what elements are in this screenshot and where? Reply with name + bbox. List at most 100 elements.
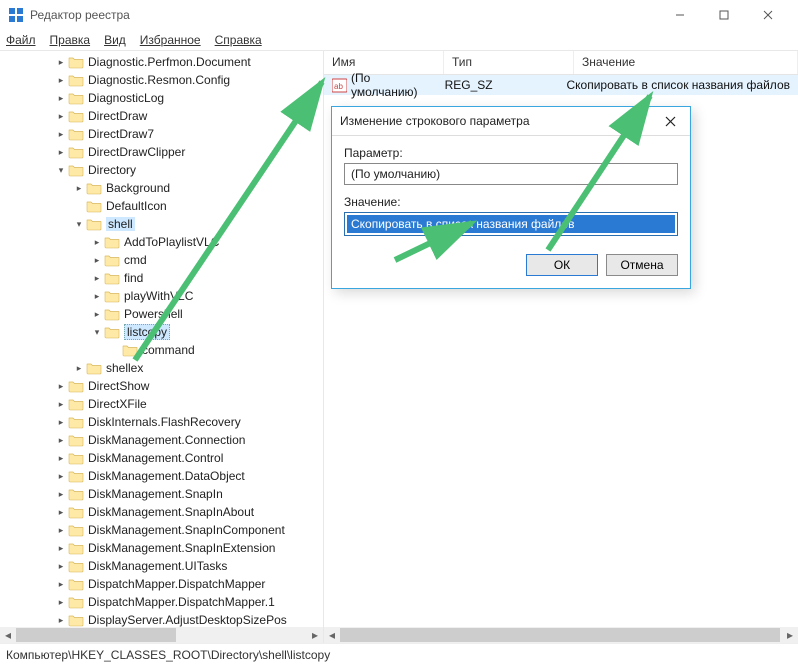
tree-item[interactable]: ▸cmd [0,251,323,269]
folder-icon [68,415,84,429]
chevron-right-icon[interactable]: ▸ [54,487,68,501]
tree-item[interactable]: ▸DirectDrawClipper [0,143,323,161]
tree-item[interactable]: ▸DiskManagement.SnapIn [0,485,323,503]
folder-icon [68,55,84,69]
tree-scrollbar-h[interactable]: ◂ ▸ [0,627,323,643]
chevron-right-icon[interactable]: ▸ [54,595,68,609]
chevron-right-icon[interactable]: ▸ [54,505,68,519]
tree-item[interactable]: ▸DiskManagement.Connection [0,431,323,449]
chevron-right-icon[interactable]: ▸ [54,145,68,159]
chevron-right-icon[interactable]: ▸ [54,379,68,393]
chevron-right-icon[interactable]: ▸ [90,253,104,267]
chevron-right-icon[interactable]: ▸ [90,235,104,249]
menu-edit[interactable]: Правка [50,33,91,47]
scrollbar-thumb[interactable] [340,628,780,642]
chevron-right-icon[interactable]: ▸ [54,451,68,465]
ok-button[interactable]: ОК [526,254,598,276]
folder-icon [68,505,84,519]
tree-item[interactable]: ▸DirectDraw7 [0,125,323,143]
folder-icon [68,127,84,141]
dialog-close-button[interactable] [658,110,682,132]
tree-item[interactable]: ▸DispatchMapper.DispatchMapper [0,575,323,593]
tree-item-label: DiskManagement.SnapInComponent [88,523,285,537]
folder-icon [104,271,120,285]
string-value-icon: ab [332,78,347,93]
tree-item[interactable]: ▾Directory [0,161,323,179]
scroll-right-icon[interactable]: ▸ [307,627,323,643]
folder-icon [68,469,84,483]
chevron-right-icon[interactable]: ▸ [72,361,86,375]
folder-icon [68,109,84,123]
tree-item[interactable]: DefaultIcon [0,197,323,215]
col-header-type[interactable]: Тип [444,51,574,74]
menu-help[interactable]: Справка [215,33,262,47]
list-scrollbar-h[interactable]: ◂ ▸ [324,627,798,643]
menu-file[interactable]: Файл [6,33,36,47]
menu-favorites[interactable]: Избранное [140,33,201,47]
chevron-right-icon[interactable]: ▸ [54,91,68,105]
chevron-right-icon[interactable]: ▸ [54,433,68,447]
list-row[interactable]: ab (По умолчанию) REG_SZ Скопировать в с… [324,75,798,95]
chevron-right-icon[interactable]: ▸ [54,577,68,591]
tree-item[interactable]: ▸DiagnosticLog [0,89,323,107]
maximize-button[interactable] [702,1,746,29]
chevron-right-icon[interactable]: ▸ [90,271,104,285]
tree-item-label: DiskManagement.Control [88,451,223,465]
menu-view[interactable]: Вид [104,33,126,47]
chevron-right-icon[interactable]: ▸ [54,559,68,573]
tree-item[interactable]: ▾shell [0,215,323,233]
tree-item[interactable]: ▸DirectShow [0,377,323,395]
tree-item[interactable]: ▸DiskManagement.SnapInExtension [0,539,323,557]
tree-item[interactable]: ▸shellex [0,359,323,377]
dialog-titlebar[interactable]: Изменение строкового параметра [332,107,690,135]
chevron-right-icon[interactable]: ▸ [54,397,68,411]
tree-item[interactable]: ▸DiskInternals.FlashRecovery [0,413,323,431]
tree-item[interactable]: ▸DiskManagement.DataObject [0,467,323,485]
folder-icon [86,361,102,375]
edit-string-dialog: Изменение строкового параметра Параметр:… [331,106,691,289]
minimize-button[interactable] [658,1,702,29]
col-header-value[interactable]: Значение [574,51,798,74]
close-button[interactable] [746,1,790,29]
tree-item[interactable]: ▸playWithVLC [0,287,323,305]
tree-item[interactable]: command [0,341,323,359]
folder-icon [68,577,84,591]
tree-item[interactable]: ▾listcopy [0,323,323,341]
chevron-down-icon[interactable]: ▾ [72,217,86,231]
tree-item[interactable]: ▸DirectXFile [0,395,323,413]
chevron-right-icon[interactable]: ▸ [90,307,104,321]
tree-item[interactable]: ▸Diagnostic.Perfmon.Document [0,53,323,71]
tree-item[interactable]: ▸AddToPlaylistVLC [0,233,323,251]
chevron-right-icon[interactable]: ▸ [54,109,68,123]
tree-item[interactable]: ▸Background [0,179,323,197]
tree-item[interactable]: ▸Diagnostic.Resmon.Config [0,71,323,89]
tree-item[interactable]: ▸ DiskManagement.SnapInComponent [0,521,323,539]
chevron-right-icon[interactable]: ▸ [72,181,86,195]
chevron-down-icon[interactable]: ▾ [90,325,104,339]
registry-tree[interactable]: ▸Diagnostic.Perfmon.Document▸Diagnostic.… [0,51,323,643]
chevron-right-icon[interactable]: ▸ [54,523,68,537]
scrollbar-thumb[interactable] [16,628,176,642]
chevron-right-icon[interactable]: ▸ [54,613,68,627]
scroll-right-icon[interactable]: ▸ [782,627,798,643]
chevron-down-icon[interactable]: ▾ [54,163,68,177]
chevron-right-icon[interactable]: ▸ [54,73,68,87]
chevron-right-icon[interactable]: ▸ [54,469,68,483]
tree-item-label: DiskManagement.SnapInAbout [88,505,254,519]
tree-item[interactable]: ▸DispatchMapper.DispatchMapper.1 [0,593,323,611]
chevron-right-icon[interactable]: ▸ [90,289,104,303]
tree-item[interactable]: ▸Powershell [0,305,323,323]
tree-item[interactable]: ▸DirectDraw [0,107,323,125]
tree-item[interactable]: ▸find [0,269,323,287]
chevron-right-icon[interactable]: ▸ [54,55,68,69]
scroll-left-icon[interactable]: ◂ [0,627,16,643]
value-input[interactable] [347,215,675,233]
chevron-right-icon[interactable]: ▸ [54,541,68,555]
tree-item[interactable]: ▸ DiskManagement.SnapInAbout [0,503,323,521]
chevron-right-icon[interactable]: ▸ [54,127,68,141]
tree-item[interactable]: ▸DiskManagement.UITasks [0,557,323,575]
scroll-left-icon[interactable]: ◂ [324,627,340,643]
cancel-button[interactable]: Отмена [606,254,678,276]
chevron-right-icon[interactable]: ▸ [54,415,68,429]
tree-item[interactable]: ▸ DiskManagement.Control [0,449,323,467]
